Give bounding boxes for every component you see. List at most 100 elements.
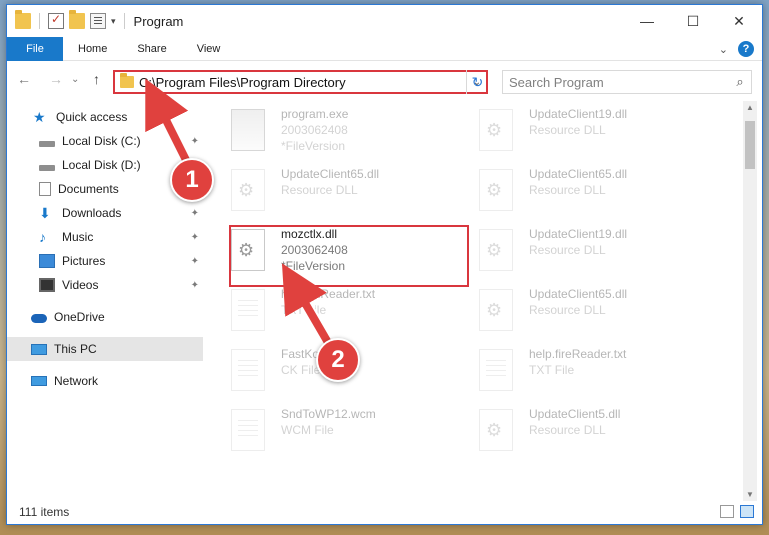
view-toggle (720, 505, 754, 518)
network-icon (31, 376, 47, 386)
recent-locations-chevron-icon[interactable]: ⌄ (71, 74, 79, 85)
sidebar-item-this-pc[interactable]: This PC (7, 337, 203, 361)
file-list: program.exe 2003062408 *FileVersion Upda… (207, 101, 741, 501)
videos-icon (39, 278, 55, 292)
status-bar: 111 items (7, 500, 762, 524)
file-item[interactable]: UpdateClient19.dll Resource DLL (455, 101, 695, 159)
exe-file-icon (231, 109, 265, 151)
file-type: CK File (281, 363, 321, 377)
file-type: Resource DLL (529, 183, 606, 197)
sidebar-item-local-disk-c[interactable]: Local Disk (C:) ✦ (7, 129, 203, 153)
file-name: UpdateClient5.dll (529, 407, 621, 421)
toolbar-separator (123, 13, 125, 29)
file-name: UpdateClient19.dll (529, 107, 628, 121)
pin-icon[interactable]: ✦ (191, 232, 199, 243)
pin-icon[interactable]: ✦ (191, 208, 199, 219)
dll-file-icon (479, 409, 513, 451)
folder-icon (15, 10, 31, 29)
scroll-down-arrow-icon[interactable]: ▼ (746, 490, 754, 499)
item-count: 111 items (19, 505, 70, 519)
sidebar-item-label: Downloads (62, 206, 122, 220)
file-item[interactable]: UpdateClient65.dll Resource DLL (455, 281, 695, 339)
text-file-icon (231, 349, 265, 391)
pin-icon[interactable]: ✦ (191, 280, 199, 291)
step-1-badge: 1 (170, 158, 214, 202)
pin-icon[interactable]: ✦ (191, 256, 199, 267)
search-icon[interactable]: ⌕ (729, 74, 751, 90)
large-icons-view-icon[interactable] (740, 505, 754, 518)
file-item[interactable]: UpdateClient65.dll Resource DLL (207, 161, 447, 219)
file-item[interactable]: UpdateClient5.dll Resource DLL (455, 401, 695, 459)
file-type: Resource DLL (529, 123, 606, 137)
tab-file[interactable]: File (7, 36, 63, 61)
tab-home[interactable]: Home (63, 37, 122, 61)
sidebar-item-label: Quick access (56, 110, 128, 124)
computer-icon (31, 343, 47, 355)
sidebar-item-music[interactable]: ♪ Music ✦ (7, 225, 203, 249)
scrollbar-thumb[interactable] (745, 121, 755, 169)
music-icon: ♪ (39, 229, 46, 245)
drive-icon (39, 141, 55, 147)
maximize-button[interactable]: ☐ (670, 5, 716, 37)
sidebar-item-onedrive[interactable]: OneDrive (7, 305, 203, 329)
file-type: WCM File (281, 423, 334, 437)
file-item[interactable]: UpdateClient19.dll Resource DLL (455, 221, 695, 279)
tab-share[interactable]: Share (122, 37, 181, 61)
file-item[interactable]: SndToWP12.wcm WCM File (207, 401, 447, 459)
sidebar-item-pictures[interactable]: Pictures ✦ (7, 249, 203, 273)
search-box[interactable]: ⌕ (502, 70, 752, 94)
address-path[interactable]: C:\Program Files\Program Directory (139, 75, 468, 90)
sidebar-item-label: Local Disk (D:) (62, 158, 141, 172)
star-icon: ★ (33, 109, 46, 125)
refresh-icon[interactable]: ↻ (466, 70, 488, 94)
sidebar-item-label: Videos (62, 278, 99, 292)
file-name: help.fireReader.txt (529, 347, 627, 361)
minimize-button[interactable]: — (624, 5, 670, 37)
new-folder-icon[interactable] (69, 10, 85, 29)
dll-file-icon (479, 289, 513, 331)
sidebar-item-videos[interactable]: Videos ✦ (7, 273, 203, 297)
up-arrow-icon[interactable]: ↑ (93, 71, 100, 87)
back-arrow-icon[interactable]: ← (17, 71, 31, 87)
properties-icon[interactable] (90, 13, 106, 29)
dll-file-icon (479, 229, 513, 271)
file-name: program.exe (281, 107, 349, 121)
file-version: 2003062408 (281, 123, 348, 137)
text-file-icon (231, 289, 265, 331)
sidebar-item-network[interactable]: Network (7, 369, 203, 393)
forward-arrow-icon[interactable]: → (49, 71, 63, 87)
expand-ribbon-chevron-icon[interactable]: ⌄ (719, 43, 728, 56)
file-name: FastKo (281, 347, 320, 361)
properties-check-icon[interactable] (48, 12, 64, 29)
search-input[interactable] (503, 74, 729, 90)
file-highlight-box (229, 225, 469, 287)
dll-file-icon (479, 169, 513, 211)
file-explorer-window: ▾ Program — ☐ ✕ File Home Share View ⌄ ?… (6, 4, 763, 525)
sidebar-item-label: Local Disk (C:) (62, 134, 141, 148)
address-bar[interactable]: C:\Program Files\Program Directory ⌄ (113, 70, 488, 94)
sidebar-item-quick-access[interactable]: ★ Quick access (7, 105, 203, 129)
drive-icon (39, 165, 55, 171)
file-type: Resource DLL (529, 243, 606, 257)
sidebar-item-label: This PC (54, 342, 97, 356)
file-item[interactable]: hyphenReader.txt TXT File (207, 281, 447, 339)
download-icon: ⬇ (39, 205, 51, 221)
details-view-icon[interactable] (720, 505, 734, 518)
help-icon[interactable]: ? (738, 41, 754, 57)
file-item[interactable]: help.fireReader.txt TXT File (455, 341, 695, 399)
sidebar-item-downloads[interactable]: ⬇ Downloads ✦ (7, 201, 203, 225)
customize-toolbar-chevron-icon[interactable]: ▾ (111, 16, 116, 27)
file-item[interactable]: UpdateClient65.dll Resource DLL (455, 161, 695, 219)
tab-view[interactable]: View (182, 37, 236, 61)
step-2-badge: 2 (316, 338, 360, 382)
close-button[interactable]: ✕ (716, 5, 762, 37)
pictures-icon (39, 254, 55, 268)
pin-icon[interactable]: ✦ (191, 136, 199, 147)
vertical-scrollbar[interactable]: ▲ ▼ (743, 101, 757, 501)
file-item[interactable]: program.exe 2003062408 *FileVersion (207, 101, 447, 159)
scroll-up-arrow-icon[interactable]: ▲ (746, 103, 754, 112)
cloud-icon (31, 314, 47, 323)
file-description: *FileVersion (281, 139, 346, 153)
text-file-icon (479, 349, 513, 391)
